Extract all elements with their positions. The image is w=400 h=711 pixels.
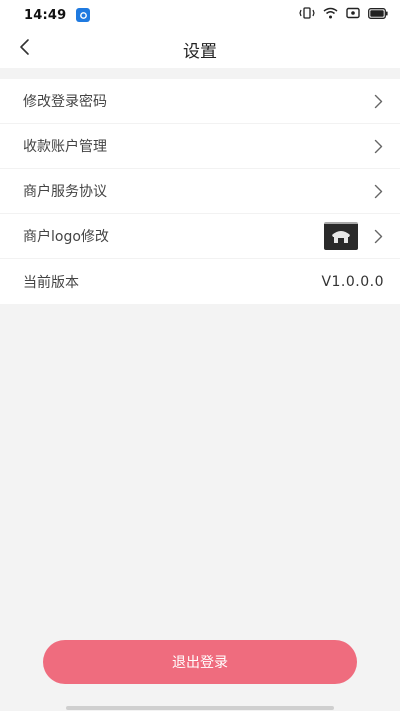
status-icons — [299, 7, 388, 23]
wifi-icon — [323, 7, 338, 23]
chevron-right-icon — [372, 138, 384, 154]
logout-button-label: 退出登录 — [172, 655, 228, 671]
status-time: 14:49 — [24, 7, 67, 23]
nav-bar: 设置 — [0, 30, 400, 68]
chevron-right-icon — [372, 183, 384, 199]
home-indicator — [66, 706, 334, 710]
settings-item-label: 收款账户管理 — [23, 139, 107, 155]
logout-button[interactable]: 退出登录 — [43, 640, 357, 684]
settings-item-change-password[interactable]: 修改登录密码 — [0, 79, 400, 124]
merchant-logo-thumbnail[interactable] — [324, 222, 358, 250]
version-value: V1.0.0.0 — [321, 273, 384, 290]
settings-item-label: 商户logo修改 — [23, 229, 109, 245]
back-button[interactable] — [14, 36, 34, 58]
settings-item-payment-accounts[interactable]: 收款账户管理 — [0, 124, 400, 169]
settings-list: 修改登录密码 收款账户管理 商户服务协议 商户logo修改 当前版本 V1.0.… — [0, 79, 400, 304]
vibrate-icon — [299, 7, 315, 23]
battery-icon — [368, 7, 388, 23]
settings-item-label: 当前版本 — [23, 274, 79, 291]
chevron-right-icon — [372, 93, 384, 109]
screen-record-icon — [346, 7, 360, 23]
settings-item-service-agreement[interactable]: 商户服务协议 — [0, 169, 400, 214]
settings-item-version: 当前版本 V1.0.0.0 — [0, 259, 400, 304]
app-notification-icon — [76, 8, 91, 22]
settings-item-merchant-logo[interactable]: 商户logo修改 — [0, 214, 400, 259]
chevron-right-icon — [372, 228, 384, 244]
status-bar: 14:49 — [0, 0, 400, 30]
settings-item-label: 商户服务协议 — [23, 184, 107, 200]
settings-item-label: 修改登录密码 — [23, 94, 107, 110]
chevron-left-icon — [20, 39, 29, 55]
page-title: 设置 — [183, 41, 217, 62]
